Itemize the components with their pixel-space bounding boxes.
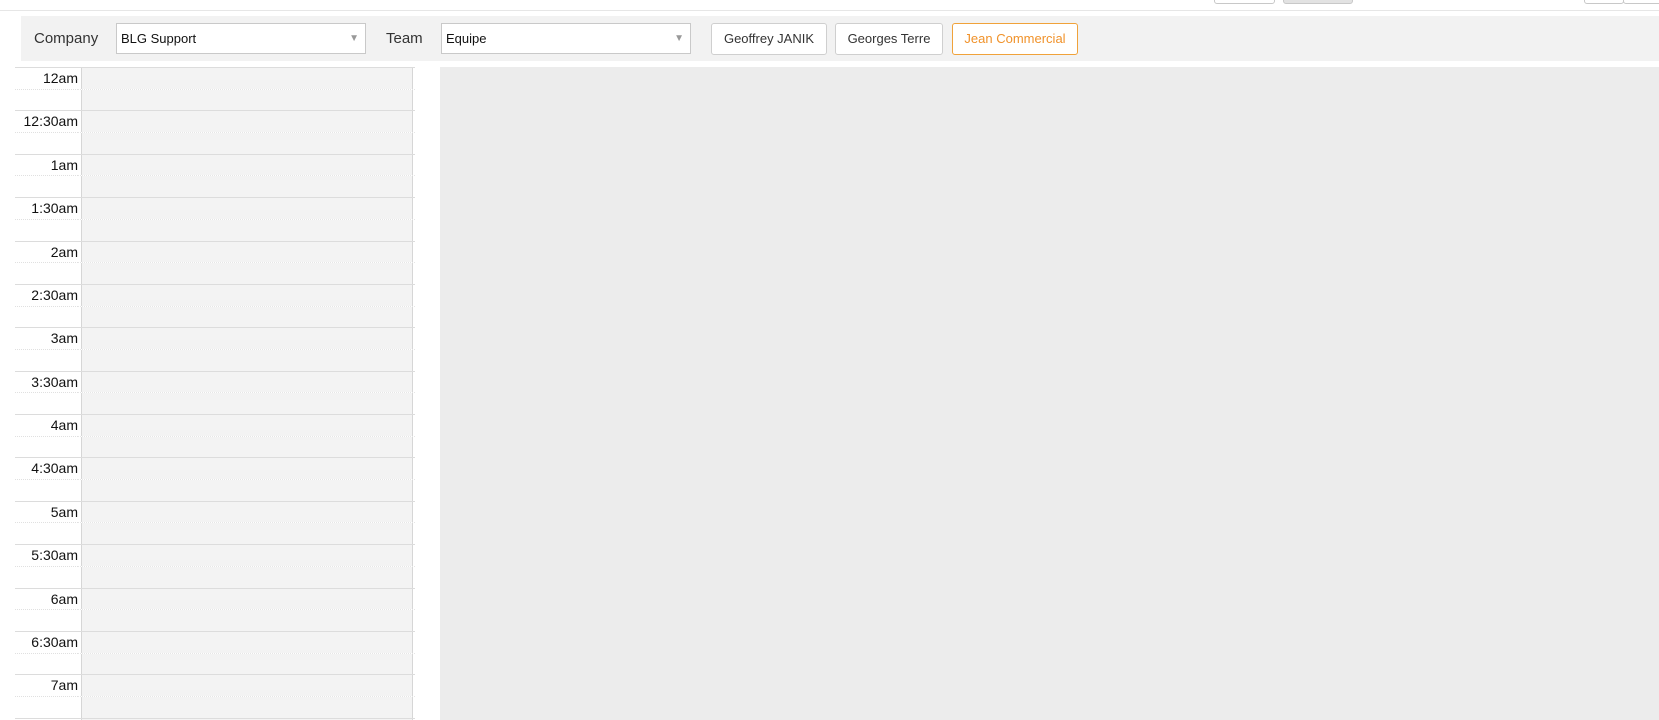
time-slot[interactable]: 6:30am bbox=[15, 630, 415, 653]
slot-cell[interactable] bbox=[81, 480, 413, 501]
time-label: 12:30am bbox=[15, 111, 78, 133]
toolbar-button[interactable] bbox=[1623, 0, 1659, 4]
chevron-down-icon: ▼ bbox=[674, 33, 684, 44]
team-select[interactable]: Equipe ▼ bbox=[441, 23, 691, 54]
time-slot[interactable]: 1am bbox=[15, 153, 415, 176]
time-slot[interactable]: 12:30am bbox=[15, 110, 415, 133]
slot-cell[interactable] bbox=[81, 198, 413, 219]
slot-cell[interactable] bbox=[81, 696, 413, 718]
time-label: 6am bbox=[15, 588, 78, 610]
time-label: 1am bbox=[15, 154, 78, 176]
slot-cell[interactable] bbox=[81, 653, 413, 675]
slot-cell[interactable] bbox=[81, 415, 413, 436]
slot-cell[interactable] bbox=[81, 306, 413, 328]
time-label: 12am bbox=[15, 68, 78, 89]
time-slot[interactable]: 6am bbox=[15, 587, 415, 610]
time-label: 5:30am bbox=[15, 545, 78, 566]
slot-cell[interactable] bbox=[81, 501, 413, 523]
schedule-panel bbox=[440, 67, 1659, 720]
time-slot[interactable] bbox=[15, 262, 415, 284]
time-slot[interactable]: 5am bbox=[15, 500, 415, 523]
slot-cell[interactable] bbox=[81, 133, 413, 154]
time-slot[interactable] bbox=[15, 479, 415, 501]
time-slot[interactable] bbox=[15, 522, 415, 545]
slot-cell[interactable] bbox=[81, 263, 413, 284]
time-slot[interactable] bbox=[15, 435, 415, 458]
person-button-georges-terre[interactable]: Georges Terre bbox=[835, 23, 943, 55]
toolbar-button[interactable] bbox=[1584, 0, 1624, 4]
time-slot[interactable]: 12am bbox=[15, 67, 415, 89]
time-slot[interactable]: 4:30am bbox=[15, 457, 415, 480]
slot-cell[interactable] bbox=[81, 349, 413, 371]
time-slot[interactable] bbox=[15, 88, 415, 111]
time-slot[interactable]: 7am bbox=[15, 674, 415, 696]
time-slot[interactable]: 1:30am bbox=[15, 197, 415, 219]
slot-cell[interactable] bbox=[81, 219, 413, 241]
company-select-value: BLG Support bbox=[121, 31, 197, 46]
slot-cell[interactable] bbox=[81, 111, 413, 133]
slot-cell[interactable] bbox=[81, 371, 413, 393]
time-label: 1:30am bbox=[15, 198, 78, 219]
top-toolbar-strip bbox=[0, 0, 1659, 11]
time-slot[interactable]: 2:30am bbox=[15, 283, 415, 306]
filter-bar: Company BLG Support ▼ Team Equipe ▼ Geof… bbox=[21, 16, 1659, 61]
time-label: 6:30am bbox=[15, 631, 78, 653]
time-label: 2am bbox=[15, 241, 78, 263]
chevron-down-icon: ▼ bbox=[349, 33, 359, 44]
slot-cell[interactable] bbox=[81, 458, 413, 480]
time-slot[interactable]: 4am bbox=[15, 414, 415, 436]
time-slot[interactable] bbox=[15, 695, 415, 718]
toolbar-button[interactable] bbox=[1214, 0, 1275, 4]
time-slot[interactable]: 3am bbox=[15, 327, 415, 349]
time-label: 4am bbox=[15, 415, 78, 436]
time-label: 3:30am bbox=[15, 371, 78, 393]
company-select[interactable]: BLG Support ▼ bbox=[116, 23, 366, 54]
time-slot[interactable] bbox=[15, 565, 415, 588]
slot-cell[interactable] bbox=[81, 566, 413, 588]
time-label: 5am bbox=[15, 501, 78, 523]
slot-cell[interactable] bbox=[81, 436, 413, 458]
team-select-value: Equipe bbox=[446, 31, 487, 46]
slot-cell[interactable] bbox=[81, 154, 413, 176]
time-slot[interactable]: 3:30am bbox=[15, 370, 415, 393]
company-label: Company bbox=[34, 30, 99, 47]
time-slot[interactable] bbox=[15, 609, 415, 631]
slot-cell[interactable] bbox=[81, 523, 413, 545]
time-slot[interactable] bbox=[15, 392, 415, 414]
slot-cell[interactable] bbox=[81, 89, 413, 111]
slot-cell[interactable] bbox=[81, 675, 413, 696]
slot-cell[interactable] bbox=[81, 588, 413, 610]
time-label: 4:30am bbox=[15, 458, 78, 480]
slot-cell[interactable] bbox=[81, 176, 413, 198]
slot-cell[interactable] bbox=[81, 545, 413, 566]
slot-cell[interactable] bbox=[81, 68, 413, 89]
time-slot[interactable] bbox=[15, 218, 415, 241]
time-slot[interactable]: 2am bbox=[15, 240, 415, 263]
time-label: 2:30am bbox=[15, 284, 78, 306]
time-slot[interactable]: 5:30am bbox=[15, 544, 415, 566]
time-label: 7am bbox=[15, 675, 78, 696]
time-slot[interactable] bbox=[15, 652, 415, 675]
time-slot[interactable] bbox=[15, 305, 415, 328]
person-button-geoffrey-janik[interactable]: Geoffrey JANIK bbox=[711, 23, 827, 55]
slot-cell[interactable] bbox=[81, 393, 413, 414]
person-button-jean-commercial[interactable]: Jean Commercial bbox=[952, 23, 1078, 55]
team-label: Team bbox=[386, 30, 423, 47]
slot-cell[interactable] bbox=[81, 284, 413, 306]
slot-cell[interactable] bbox=[81, 631, 413, 653]
toolbar-button[interactable] bbox=[1283, 0, 1353, 4]
slot-cell[interactable] bbox=[81, 241, 413, 263]
time-slot[interactable] bbox=[15, 175, 415, 198]
slot-cell[interactable] bbox=[81, 328, 413, 349]
time-slot[interactable] bbox=[15, 132, 415, 154]
time-slot[interactable] bbox=[15, 348, 415, 371]
slot-cell[interactable] bbox=[81, 610, 413, 631]
day-calendar-grid: 12am 12:30am 1am 1:30am 2am 2:30am 3am 3… bbox=[15, 67, 415, 720]
time-label: 3am bbox=[15, 328, 78, 349]
